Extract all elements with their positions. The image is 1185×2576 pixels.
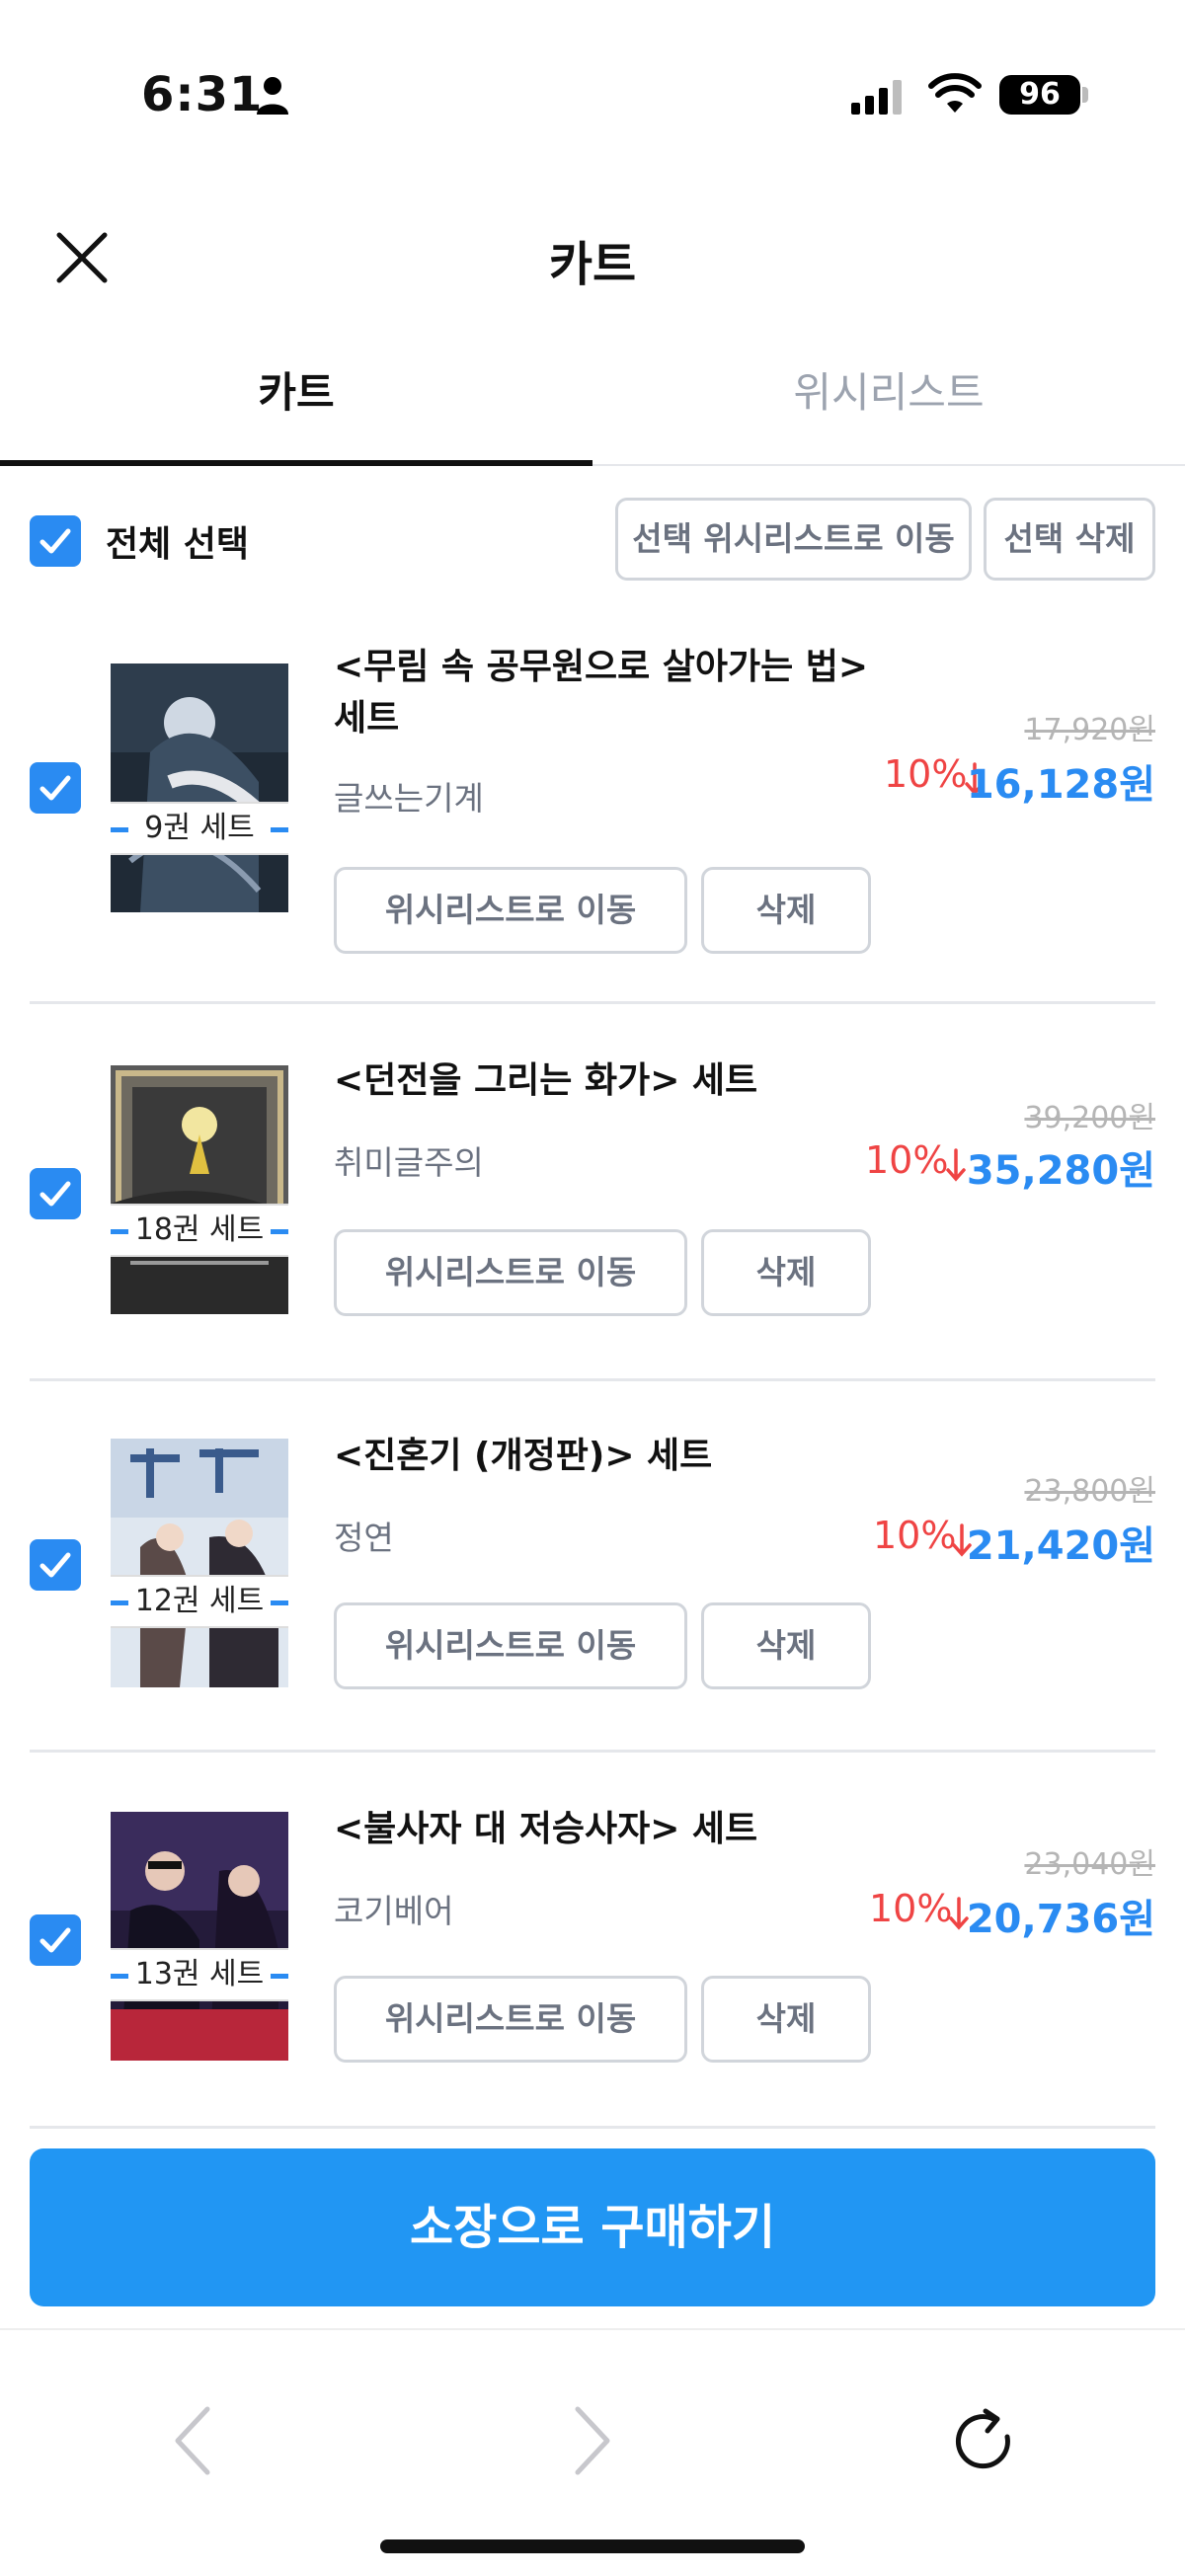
header: 카트	[0, 197, 1185, 311]
item-checkbox[interactable]	[30, 1168, 81, 1219]
discount-rate: 10%	[869, 1887, 953, 1930]
item-title[interactable]: <던전을 그리는 화가> 세트	[334, 1055, 887, 1107]
check-icon	[40, 1181, 71, 1207]
set-count-badge: 12권 세트	[111, 1575, 288, 1628]
tab-wishlist[interactable]: 위시리스트	[592, 341, 1185, 464]
delete-button[interactable]: 삭제	[701, 867, 871, 954]
item-author: 취미글주의	[334, 1143, 484, 1182]
delete-button[interactable]: 삭제	[701, 1602, 871, 1689]
divider	[30, 1378, 1155, 1381]
check-icon	[40, 528, 71, 554]
chevron-right-icon[interactable]	[568, 2401, 617, 2480]
status-time: 6:31	[141, 67, 264, 122]
browser-toolbar	[0, 2328, 1185, 2576]
item-checkbox[interactable]	[30, 1539, 81, 1591]
discount-rate: 10%	[873, 1514, 957, 1557]
book-cover[interactable]	[111, 664, 288, 912]
select-all-row: 전체 선택 선택 위시리스트로 이동 선택 삭제	[0, 494, 1185, 585]
tab-bar: 카트 위시리스트	[0, 341, 1185, 466]
divider	[30, 2126, 1155, 2129]
move-to-wishlist-button[interactable]: 위시리스트로 이동	[334, 1229, 687, 1316]
set-count-label: 13권 세트	[134, 1957, 265, 1991]
battery-nub	[1082, 87, 1088, 103]
set-count-label: 12권 세트	[134, 1584, 265, 1618]
item-title[interactable]: <무림 속 공무원으로 살아가는 법> 세트	[334, 642, 887, 744]
sale-price: 21,420원	[966, 1523, 1155, 1569]
item-title[interactable]: <불사자 대 저승사자> 세트	[334, 1804, 887, 1855]
book-cover[interactable]	[111, 1065, 288, 1314]
select-all-checkbox[interactable]	[30, 515, 81, 567]
set-count-label: 9권 세트	[144, 811, 255, 845]
set-count-label: 18권 세트	[134, 1212, 265, 1247]
person-icon	[257, 77, 288, 115]
wifi-icon	[928, 73, 982, 113]
select-all-label: 전체 선택	[106, 524, 250, 565]
chevron-left-icon[interactable]	[168, 2401, 217, 2480]
move-to-wishlist-button[interactable]: 위시리스트로 이동	[334, 1602, 687, 1689]
battery-indicator: 96	[999, 75, 1080, 115]
check-icon	[40, 1552, 71, 1578]
discount-rate: 10%	[884, 752, 968, 796]
item-checkbox[interactable]	[30, 1914, 81, 1966]
check-icon	[40, 1927, 71, 1953]
page-title: 카트	[548, 237, 637, 292]
cover-art	[111, 1065, 288, 1314]
move-to-wishlist-button[interactable]: 위시리스트로 이동	[334, 867, 687, 954]
item-author: 글쓰는기계	[334, 779, 484, 818]
sale-price: 16,128원	[966, 762, 1155, 808]
book-cover[interactable]	[111, 1812, 288, 2061]
original-price: 23,800원	[1024, 1474, 1155, 1509]
delete-button[interactable]: 삭제	[701, 1976, 871, 2063]
original-price: 17,920원	[1024, 713, 1155, 747]
move-to-wishlist-button[interactable]: 위시리스트로 이동	[334, 1976, 687, 2063]
original-price: 39,200원	[1024, 1101, 1155, 1135]
reload-icon[interactable]	[950, 2407, 1019, 2476]
delete-button[interactable]: 삭제	[701, 1229, 871, 1316]
status-bar: 6:31 96	[0, 0, 1185, 188]
sale-price: 35,280원	[966, 1148, 1155, 1194]
set-count-badge: 13권 세트	[111, 1948, 288, 2001]
move-selected-to-wishlist-button[interactable]: 선택 위시리스트로 이동	[615, 498, 972, 581]
item-author: 정연	[334, 1519, 394, 1557]
delete-selected-button[interactable]: 선택 삭제	[984, 498, 1155, 581]
purchase-button[interactable]: 소장으로 구매하기	[30, 2148, 1155, 2306]
check-icon	[40, 775, 71, 801]
cover-art	[111, 664, 288, 912]
divider	[30, 1001, 1155, 1004]
set-count-badge: 9권 세트	[111, 802, 288, 855]
arrow-down-icon	[946, 1148, 966, 1182]
book-cover[interactable]	[111, 1439, 288, 1687]
cover-art	[111, 1812, 288, 2061]
item-author: 코기베어	[334, 1892, 454, 1930]
sale-price: 20,736원	[966, 1897, 1155, 1942]
cover-art	[111, 1439, 288, 1687]
original-price: 23,040원	[1024, 1847, 1155, 1882]
set-count-badge: 18권 세트	[111, 1204, 288, 1257]
item-title[interactable]: <진혼기 (개정판)> 세트	[334, 1431, 887, 1482]
discount-rate: 10%	[865, 1138, 949, 1182]
divider	[30, 1750, 1155, 1753]
home-indicator	[380, 2539, 805, 2553]
item-checkbox[interactable]	[30, 762, 81, 814]
tab-cart[interactable]: 카트	[0, 341, 592, 466]
cellular-signal-icon	[851, 80, 902, 115]
